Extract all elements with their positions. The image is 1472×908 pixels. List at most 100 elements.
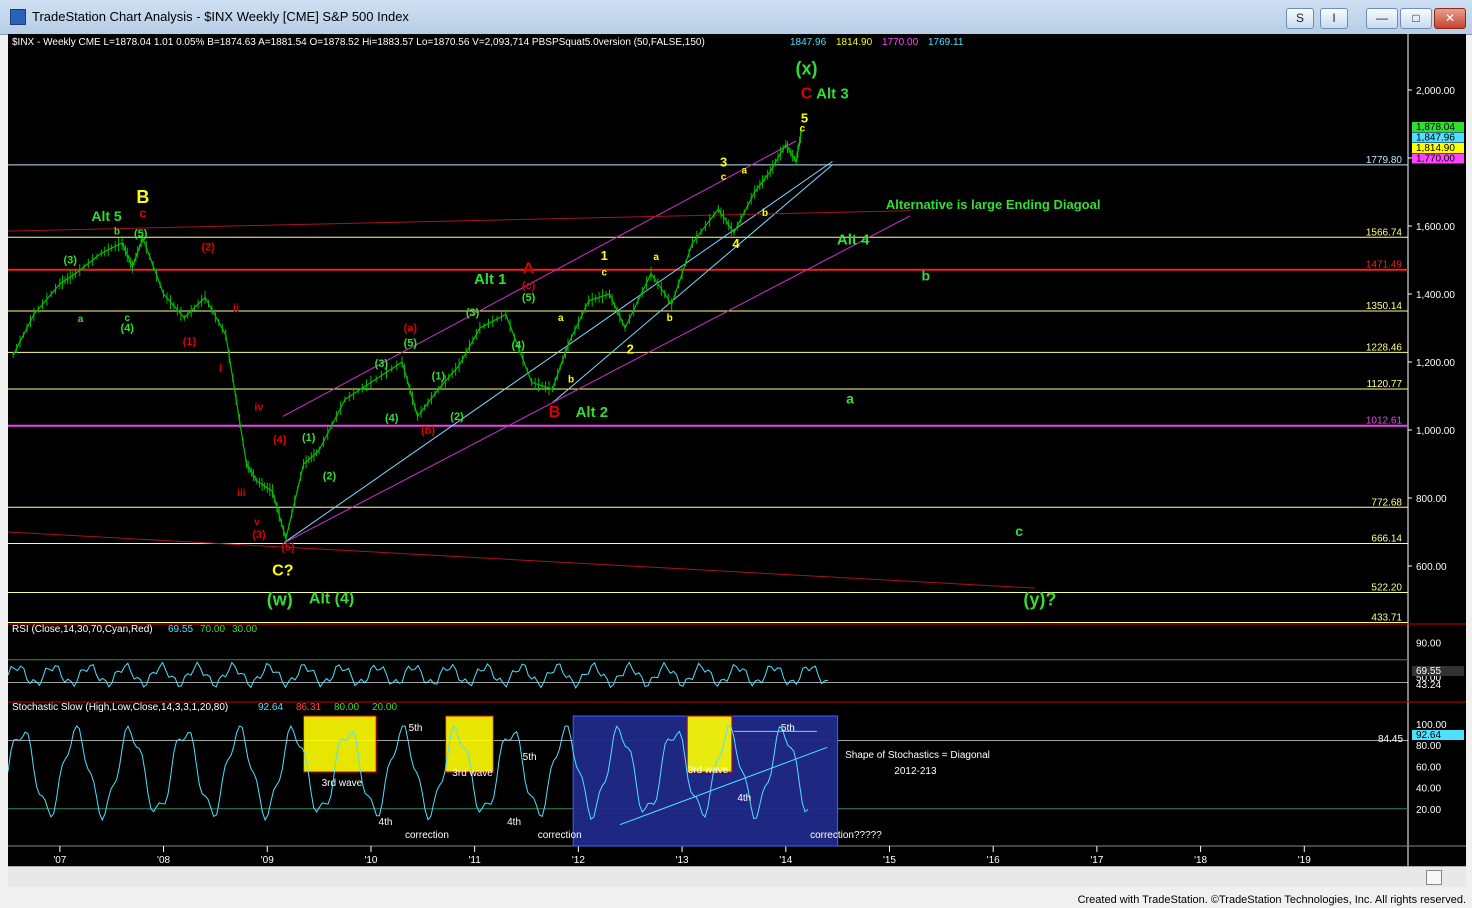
stochastic-annotation: 5th [523, 752, 537, 763]
wave-label: (b) [421, 425, 435, 437]
wave-label: Alt 3 [816, 86, 849, 103]
wave-label: (2) [450, 411, 464, 423]
stochastic-annotation: 4th [507, 817, 521, 828]
minimize-button[interactable]: — [1366, 8, 1398, 29]
stochastic-header-value: 20.00 [372, 702, 397, 713]
x-tick-label: '09 [261, 855, 274, 866]
symbol-link-button[interactable]: S [1286, 8, 1314, 29]
x-tick-label: '07 [53, 855, 66, 866]
level-label: 666.14 [1371, 534, 1402, 545]
rsi-tag: 69.55 [1416, 666, 1441, 677]
stochastic-header-value: 80.00 [334, 702, 359, 713]
wave-label: (2) [201, 241, 215, 253]
stochastic-annotation: correction [538, 830, 582, 841]
wave-label: (4) [511, 339, 525, 351]
y-tick-label: 1,600.00 [1416, 222, 1455, 233]
stochastic-highlight-3rd-wave-2 [445, 715, 494, 773]
level-label: 522.20 [1371, 582, 1402, 593]
x-tick-label: '11 [469, 855, 482, 866]
level-label: 1350.14 [1366, 301, 1403, 312]
wave-label: B [549, 404, 561, 421]
stochastic-tag: 92.64 [1416, 730, 1441, 741]
window-titlebar: TradeStation Chart Analysis - $INX Weekl… [0, 0, 1472, 35]
wave-label: (x) [796, 59, 818, 79]
wave-label: c [1015, 523, 1023, 539]
x-tick-label: '18 [1194, 855, 1207, 866]
interval-link-button[interactable]: I [1320, 8, 1348, 29]
wave-label: c [139, 206, 146, 221]
wave-label: Alternative is large Ending Diagoal [886, 197, 1101, 212]
last-price-tag: 1,847.96 [1416, 133, 1455, 144]
wave-label: c [800, 123, 806, 134]
wave-label: a [78, 314, 84, 325]
wave-label: c [721, 172, 727, 183]
scrollbar-thumb[interactable] [1426, 870, 1442, 885]
wave-label: (3) [466, 307, 480, 319]
wave-label: Alt 5 [957, 34, 988, 37]
wave-label: b [667, 313, 673, 324]
stochastic-y-tick: 20.00 [1416, 805, 1441, 816]
x-tick-label: '08 [157, 855, 170, 866]
wave-label: iii [237, 488, 246, 499]
wave-label: 3 [720, 155, 727, 170]
wave-label: C? [272, 563, 293, 580]
wave-label: (1) [183, 336, 197, 348]
wave-label: b [114, 227, 120, 238]
wave-label: (5) [404, 338, 418, 350]
wave-label: a [558, 313, 564, 324]
wave-label: A [523, 261, 535, 278]
last-price-tag: 1,770.00 [1416, 154, 1455, 165]
wave-label: (5) [522, 292, 536, 304]
x-tick-label: '10 [364, 855, 377, 866]
close-button[interactable]: ✕ [1434, 8, 1466, 29]
level-label: 1012.61 [1366, 416, 1403, 427]
last-price-tag: 1,814.90 [1416, 143, 1455, 154]
stochastic-y-tick: 60.00 [1416, 762, 1441, 773]
wave-label: (4) [121, 322, 135, 334]
rsi-header-value: 69.55 [168, 624, 193, 635]
tradestation-app-icon [10, 9, 26, 25]
stochastic-highlight-3rd-wave-3 [686, 715, 733, 773]
wave-label: Alt 2 [576, 404, 609, 421]
chart-area[interactable]: $INX - Weekly CME L=1878.04 1.01 0.05% B… [7, 21, 1466, 874]
wave-label: v [254, 517, 260, 528]
wave-label: 4 [732, 236, 740, 251]
last-price-tag: 1,878.04 [1416, 122, 1455, 133]
stochastic-y-tick: 40.00 [1416, 784, 1441, 795]
indicator-value: 1770.00 [882, 37, 919, 48]
level-label: 433.71 [1371, 613, 1402, 624]
x-tick-label: '16 [987, 855, 1000, 866]
level-label: 1120.77 [1367, 379, 1403, 390]
y-tick-label: 1,400.00 [1416, 290, 1455, 301]
wave-label: (3) [252, 529, 266, 541]
stochastic-annotation: 4th [737, 793, 751, 804]
rsi-header-value: 30.00 [232, 624, 257, 635]
wave-label: iv [254, 402, 264, 414]
level-label: 1228.46 [1366, 342, 1403, 353]
stochastic-annotation: 2012-213 [894, 766, 937, 777]
wave-label: C [801, 86, 813, 103]
wave-label: (a) [404, 322, 418, 334]
wave-label: B [136, 187, 149, 207]
stochastic-header: Stochastic Slow (High,Low,Close,14,3,3,1… [12, 702, 228, 713]
wave-label: 1 [601, 248, 608, 263]
wave-label: b [921, 267, 930, 283]
y-tick-label: 1,200.00 [1416, 358, 1455, 369]
x-tick-label: '15 [883, 855, 896, 866]
x-tick-label: '12 [572, 855, 585, 866]
wave-label: c [602, 267, 608, 278]
stochastic-tag: 84.45 [1378, 734, 1403, 745]
horizontal-scrollbar[interactable] [8, 866, 1466, 887]
stochastic-annotation: 3rd wave [452, 768, 493, 779]
wave-label: (4) [385, 413, 399, 425]
wave-label: (3) [63, 254, 77, 266]
y-tick-label: 800.00 [1416, 494, 1447, 505]
stochastic-annotation: 5th [781, 723, 795, 734]
chart-svg[interactable]: $INX - Weekly CME L=1878.04 1.01 0.05% B… [7, 21, 1466, 874]
maximize-button[interactable]: □ [1400, 8, 1432, 29]
indicator-value: 1814.90 [836, 37, 873, 48]
stochastic-annotation: Shape of Stochastics = Diagonal [845, 750, 990, 761]
wave-label: (4) [273, 434, 287, 446]
wave-label: Alt (4) [309, 590, 354, 607]
rsi-y-tick: 90.00 [1416, 639, 1441, 650]
